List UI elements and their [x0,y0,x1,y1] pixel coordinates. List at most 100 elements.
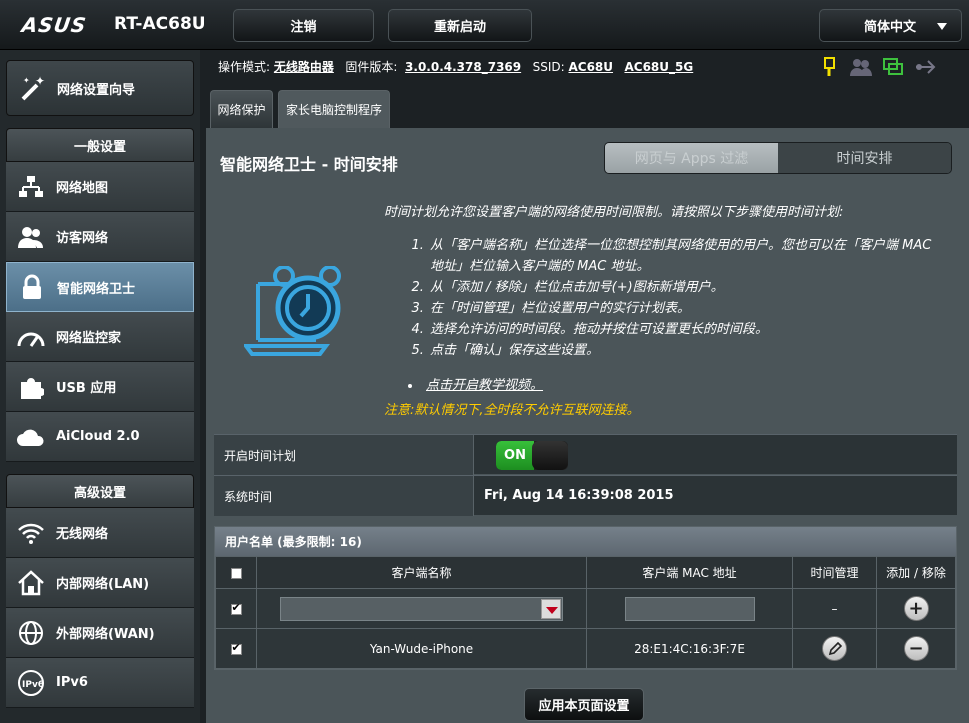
row-checkbox[interactable] [230,641,242,655]
tutorial-link[interactable]: 点击开启教学视频。 [426,378,543,393]
sidebar-item-adaptive-qos[interactable]: 智能网络卫士 [6,262,194,312]
client-name-cell: Yan-Wude-iPhone [256,628,587,669]
home-icon [16,568,46,598]
status-icons [820,56,938,82]
col-add-remove: 添加 / 移除 [876,556,956,589]
tab-network-protection[interactable]: 网络保护 [210,90,273,128]
mode-label: 操作模式: [218,60,271,74]
sidebar-item-network-map[interactable]: 网络地图 [6,162,194,212]
client-list: 用户名单 (最多限制: 16) 客户端名称 客户端 MAC 地址 时间管理 添加… [214,526,957,670]
sidebar-item-aicloud[interactable]: AiCloud 2.0 [6,412,194,462]
step-1: 从「客户端名称」栏位选择一位您想控制其网络使用的用户。您也可以在「客户端 MAC… [428,235,944,277]
steps-list: 从「客户端名称」栏位选择一位您想控制其网络使用的用户。您也可以在「客户端 MAC… [428,235,944,361]
svg-text:IPv6: IPv6 [22,680,44,690]
general-settings-header: 一般设置 [6,128,194,162]
sidebar-item-wan[interactable]: 外部网络(WAN) [6,608,194,658]
web-apps-filter-button[interactable]: 网页与 Apps 过滤 [605,143,778,173]
sidebar-item-lan[interactable]: 内部网络(LAN) [6,558,194,608]
sidebar-item-label: 智能网络卫士 [57,281,136,297]
setup-wizard-button[interactable]: ✦ ✦ 网络设置向导 [6,60,194,116]
network-map-icon [16,172,46,202]
sidebar: ✦ ✦ 网络设置向导 一般设置 网络地图 访客网络 智能网络卫士 网络监控家 US… [0,50,200,723]
add-icon[interactable]: + [903,596,929,621]
svg-text:✦: ✦ [23,76,30,85]
firmware-link[interactable]: 3.0.0.4.378_7369 [405,60,521,74]
usb-plug-icon[interactable] [914,56,938,82]
step-5: 点击「确认」保存这些设置。 [428,340,944,361]
svg-text:✦: ✦ [35,74,45,88]
reboot-button[interactable]: 重新启动 [388,9,532,42]
sidebar-item-wireless[interactable]: 无线网络 [6,508,194,558]
ssid-label: SSID: [532,60,565,74]
time-schedule-button[interactable]: 时间安排 [778,143,951,173]
page-title: 智能网络卫士 - 时间安排 [220,155,398,174]
schedule-toggle[interactable]: ON [496,441,568,470]
time-mgmt-placeholder: – [792,588,877,629]
mode-link[interactable]: 无线路由器 [274,60,334,74]
wifi-icon [16,518,46,548]
sidebar-item-label: 网络监控家 [56,331,122,346]
ipv6-icon: IPv6 [16,668,46,698]
language-select[interactable]: 简体中文 [819,9,962,42]
system-time-value: Fri, Aug 14 16:39:08 2015 [484,488,674,503]
sidebar-item-ipv6[interactable]: IPv6 IPv6 [6,658,194,708]
network-icon[interactable] [882,56,904,82]
sidebar-item-label: USB 应用 [56,381,117,396]
system-time-label: 系统时间 [214,476,474,516]
sidebar-item-label: 访客网络 [56,231,109,246]
instructions: 时间计划允许您设置客户端的网络使用时间限制。请按照以下步骤使用时间计划: 从「客… [384,202,944,421]
sidebar-item-label: 内部网络(LAN) [56,577,150,592]
clients-icon[interactable] [850,56,872,82]
sidebar-item-label: IPv6 [56,675,88,690]
firmware-label: 固件版本: [345,60,398,74]
col-client-name: 客户端名称 [256,556,587,589]
ssid-link-5g[interactable]: AC68U_5G [624,60,693,74]
step-3: 在「时间管理」栏位设置用户的实行计划表。 [428,298,944,319]
row-checkbox[interactable] [230,601,242,615]
dropdown-arrow-icon[interactable] [541,598,561,619]
gauge-icon [16,322,46,352]
select-all-checkbox[interactable] [230,567,242,579]
sidebar-item-label: 网络地图 [56,181,109,196]
logout-button[interactable]: 注销 [233,9,374,42]
tab-parental-control[interactable]: 家长电脑控制程序 [278,90,390,128]
warning-text: 注意:默认情况下,全时段不允许互联网连接。 [384,403,640,418]
system-time-row: 系统时间 Fri, Aug 14 16:39:08 2015 [214,475,957,516]
col-time-mgmt: 时间管理 [792,556,877,589]
step-2: 从「添加 / 移除」栏位点击加号(+)图标新增用户。 [428,277,944,298]
sidebar-item-guest-network[interactable]: 访客网络 [6,212,194,262]
col-mac: 客户端 MAC 地址 [586,556,793,589]
mac-address-input[interactable] [624,596,755,621]
enable-schedule-label: 开启时间计划 [214,435,474,475]
sidebar-item-traffic-monitor[interactable]: 网络监控家 [6,312,194,362]
setup-wizard-label: 网络设置向导 [57,82,136,98]
sidebar-item-label: AiCloud 2.0 [56,429,140,444]
sidebar-item-usb[interactable]: USB 应用 [6,362,194,412]
chevron-down-icon [937,23,947,30]
ssid-link-24g[interactable]: AC68U [568,60,613,74]
client-name-select[interactable] [280,596,563,621]
tutorial-list: 点击开启教学视频。 [406,375,944,396]
usb-icon[interactable] [820,56,840,82]
magic-wand-icon: ✦ ✦ [17,73,47,103]
globe-icon [16,618,46,648]
main-panel: 智能网络卫士 - 时间安排 网页与 Apps 过滤 时间安排 时间计划允许您设置… [206,128,969,723]
toggle-on-label: ON [496,441,534,470]
advanced-settings-header: 高级设置 [6,474,194,508]
client-table: 客户端名称 客户端 MAC 地址 时间管理 添加 / 移除 – + Yan-Wu… [215,556,956,669]
mode-switch: 网页与 Apps 过滤 时间安排 [604,142,952,174]
table-row: Yan-Wude-iPhone 28:E1:4C:16:3F:7E − [215,628,956,669]
sidebar-item-label: 外部网络(WAN) [56,627,155,642]
remove-icon[interactable]: − [903,636,929,661]
step-4: 选择允许访问的时间段。拖动并按住可设置更长的时间段。 [428,319,944,340]
enable-schedule-row: 开启时间计划 ON [214,434,957,475]
puzzle-icon [16,372,46,402]
top-bar: ASUS RT-AC68U 注销 重新启动 简体中文 [0,0,969,50]
toggle-knob [532,441,568,470]
edit-pencil-icon[interactable] [822,636,847,661]
apply-button[interactable]: 应用本页面设置 [524,688,644,721]
client-mac-cell: 28:E1:4C:16:3F:7E [586,628,793,669]
language-label: 简体中文 [864,20,917,35]
table-row: – + [215,588,956,629]
sidebar-item-label: 无线网络 [56,527,109,542]
